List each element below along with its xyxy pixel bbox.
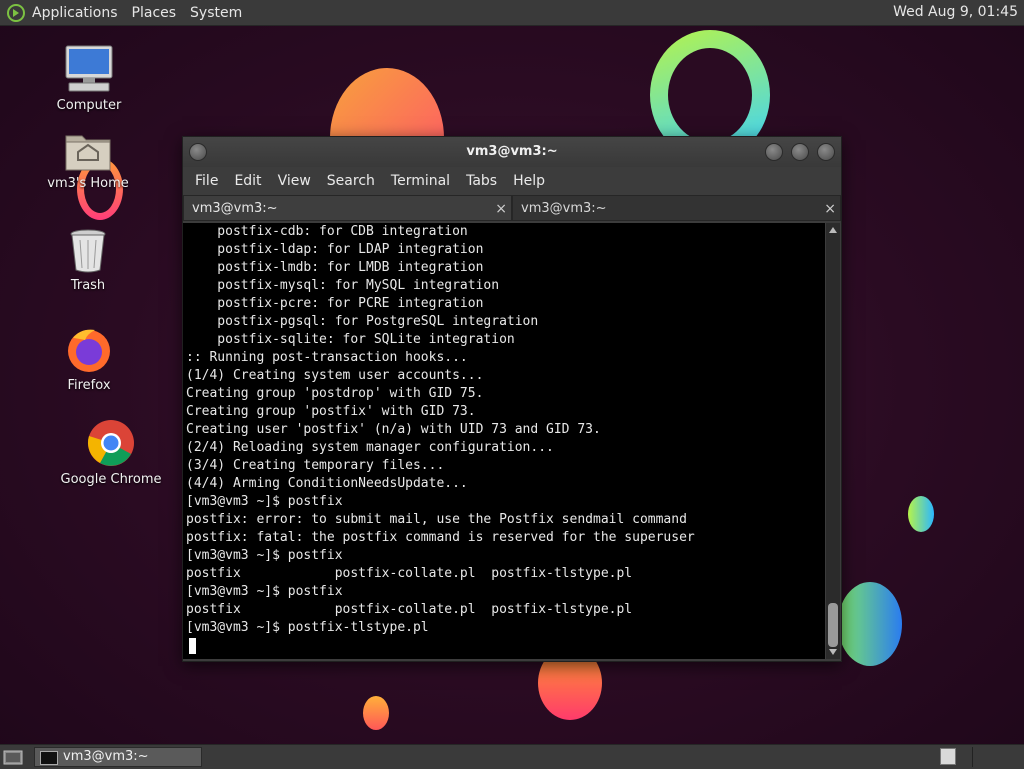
close-button[interactable] <box>817 143 835 161</box>
workspace-switcher[interactable] <box>940 748 956 765</box>
desktop-icon-home[interactable]: vm3's Home <box>33 130 143 191</box>
terminal-line: (2/4) Reloading system manager configura… <box>186 440 554 455</box>
menu-view[interactable]: View <box>270 173 319 189</box>
terminal-line: :: Running post-transaction hooks... <box>186 350 468 365</box>
scroll-down-icon[interactable] <box>829 649 837 655</box>
desktop-icon-computer[interactable]: Computer <box>34 44 144 113</box>
desktop-icon-label: Google Chrome <box>60 472 162 487</box>
system-menu[interactable]: System <box>190 5 242 21</box>
firefox-icon <box>68 329 110 372</box>
distro-logo-icon[interactable] <box>6 3 26 23</box>
taskbar-terminal-button[interactable]: vm3@vm3:~ <box>34 747 202 767</box>
terminal-line: postfix-lmdb: for LMDB integration <box>186 260 484 275</box>
menu-terminal[interactable]: Terminal <box>383 173 458 189</box>
terminal-line: [vm3@vm3 ~]$ postfix <box>186 494 343 509</box>
desktop-icon-label: Firefox <box>67 378 111 393</box>
terminal-line: (3/4) Creating temporary files... <box>186 458 445 473</box>
desktop-icon-trash[interactable]: Trash <box>33 228 143 293</box>
chrome-icon <box>87 420 134 466</box>
terminal-cursor <box>189 637 196 654</box>
terminal-tabbar: vm3@vm3:~ × vm3@vm3:~ × <box>183 195 841 221</box>
terminal-line: postfix-sqlite: for SQLite integration <box>186 332 515 347</box>
taskbar-label: vm3@vm3:~ <box>63 749 149 764</box>
tab-2[interactable]: vm3@vm3:~ × <box>512 195 841 221</box>
menu-help[interactable]: Help <box>505 173 553 189</box>
minimize-button[interactable] <box>765 143 783 161</box>
terminal-line: Creating group 'postfix' with GID 73. <box>186 404 476 419</box>
terminal-window[interactable]: vm3@vm3:~ File Edit View Search Terminal… <box>182 136 842 662</box>
top-panel: Applications Places System Wed Aug 9, 01… <box>0 0 1024 26</box>
wallpaper-small-blob <box>908 496 934 532</box>
terminal-line: postfix: fatal: the postfix command is r… <box>186 530 695 545</box>
terminal-line: (4/4) Arming ConditionNeedsUpdate... <box>186 476 468 491</box>
trash-icon <box>70 229 106 273</box>
terminal-line: postfix: error: to submit mail, use the … <box>186 512 687 527</box>
wallpaper-small-orange-blob <box>363 696 389 730</box>
terminal-line: (1/4) Creating system user accounts... <box>186 368 484 383</box>
window-titlebar[interactable]: vm3@vm3:~ <box>183 137 841 167</box>
scroll-up-icon[interactable] <box>829 227 837 233</box>
terminal-icon <box>40 751 58 765</box>
desktop-icon-label: vm3's Home <box>47 176 129 191</box>
terminal-scrollbar[interactable] <box>826 223 840 659</box>
show-desktop-icon[interactable] <box>3 748 23 766</box>
applications-menu[interactable]: Applications <box>32 5 118 21</box>
terminal-line: postfix-ldap: for LDAP integration <box>186 242 484 257</box>
menu-tabs[interactable]: Tabs <box>458 173 505 189</box>
desktop-icon-firefox[interactable]: Firefox <box>34 326 144 393</box>
scrollbar-thumb[interactable] <box>828 603 838 647</box>
terminal-line: postfix-mysql: for MySQL integration <box>186 278 500 293</box>
terminal-menubar: File Edit View Search Terminal Tabs Help <box>183 167 841 195</box>
desktop-icon-label: Trash <box>70 278 106 293</box>
desktop-icon-chrome[interactable]: Google Chrome <box>56 418 166 487</box>
home-folder-icon <box>65 135 111 171</box>
terminal-line: postfix-cdb: for CDB integration <box>186 224 468 239</box>
bottom-panel: vm3@vm3:~ <box>0 744 1024 769</box>
terminal-line: postfix postfix-collate.pl postfix-tlsty… <box>186 566 633 581</box>
menu-file[interactable]: File <box>187 173 226 189</box>
maximize-button[interactable] <box>791 143 809 161</box>
terminal-prompt-line <box>183 637 825 655</box>
terminal-line: [vm3@vm3 ~]$ postfix <box>186 548 343 563</box>
terminal-line: [vm3@vm3 ~]$ postfix <box>186 584 343 599</box>
terminal-line: postfix postfix-collate.pl postfix-tlsty… <box>186 602 633 617</box>
tab-close-icon[interactable]: × <box>495 196 507 222</box>
tab-1[interactable]: vm3@vm3:~ × <box>183 195 512 221</box>
terminal-line: Creating user 'postfix' (n/a) with UID 7… <box>186 422 601 437</box>
terminal-line: Creating group 'postdrop' with GID 75. <box>186 386 484 401</box>
menu-edit[interactable]: Edit <box>226 173 269 189</box>
terminal-line: postfix-pcre: for PCRE integration <box>186 296 484 311</box>
tab-label: vm3@vm3:~ <box>192 201 278 216</box>
window-title: vm3@vm3:~ <box>466 144 558 159</box>
wallpaper-green-blue-blob <box>838 582 902 666</box>
terminal-output[interactable]: postfix-cdb: for CDB integration postfix… <box>183 223 825 659</box>
menu-search[interactable]: Search <box>319 173 383 189</box>
tab-label: vm3@vm3:~ <box>521 201 607 216</box>
places-menu[interactable]: Places <box>132 5 177 21</box>
tab-close-icon[interactable]: × <box>824 196 836 222</box>
terminal-line: postfix-pgsql: for PostgreSQL integratio… <box>186 314 539 329</box>
desktop-icon-label: Computer <box>56 98 122 113</box>
terminal-line: [vm3@vm3 ~]$ postfix-tlstype.pl <box>186 620 429 635</box>
clock[interactable]: Wed Aug 9, 01:45 <box>893 4 1018 20</box>
computer-icon <box>65 45 113 92</box>
panel-separator <box>972 747 973 767</box>
